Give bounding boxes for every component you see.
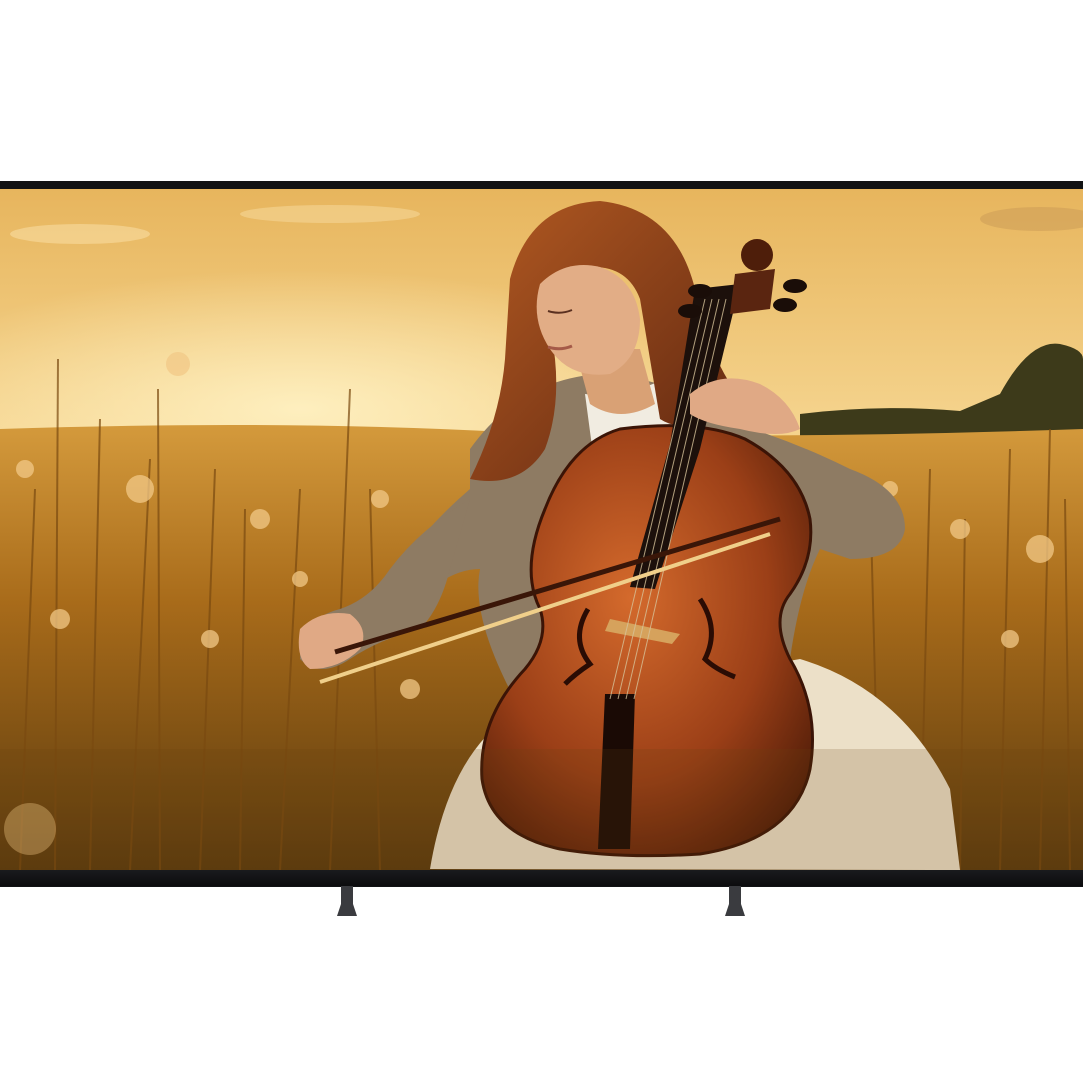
cello-scroll (741, 239, 773, 271)
tv-screen (0, 189, 1083, 870)
screen-image (0, 189, 1083, 870)
tv-bottom-bezel (0, 868, 1083, 886)
tv-stand-left (337, 886, 357, 916)
tv-stand-right (725, 886, 745, 916)
